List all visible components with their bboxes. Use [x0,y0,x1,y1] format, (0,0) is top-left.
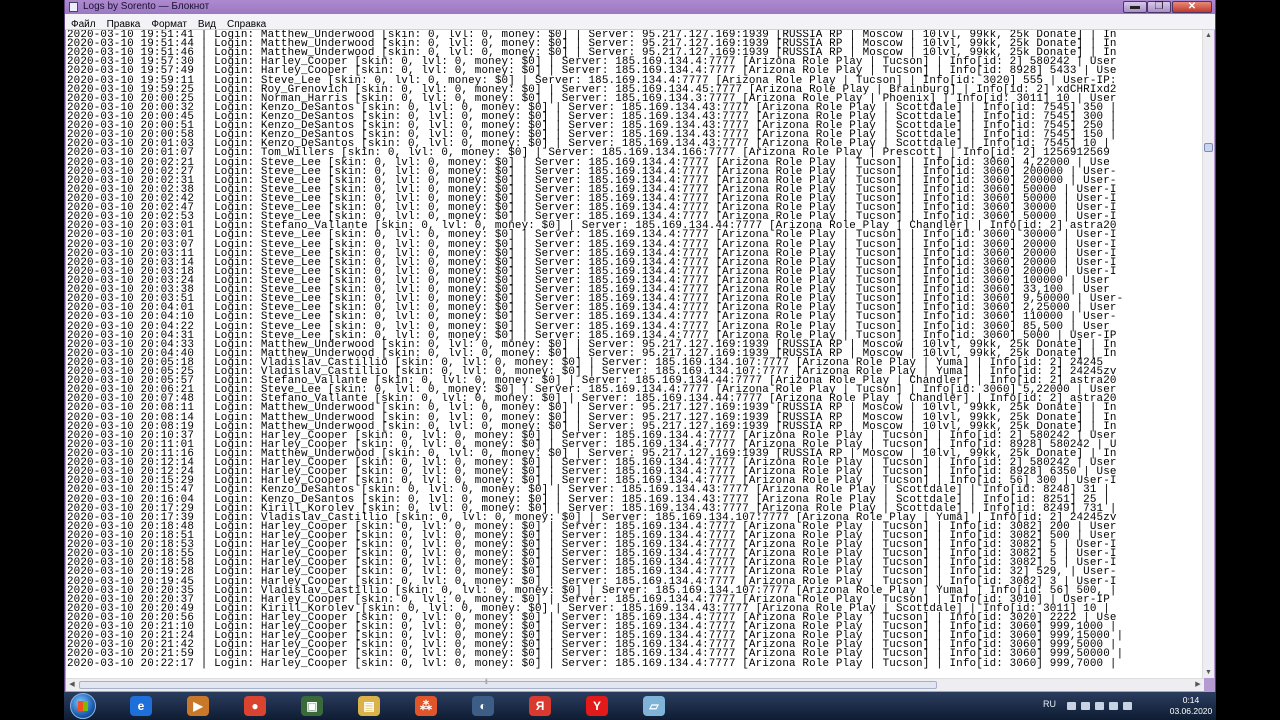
scroll-right-arrow-icon[interactable]: ▶ [1192,679,1204,691]
chrome-icon: ● [244,696,266,716]
window-title: Logs by Sorento — Блокнот [83,1,210,12]
taskbar-button[interactable]: ▱ [632,694,676,718]
yandex-browser-icon: Я [529,696,551,716]
notepad-window: Logs by Sorento — Блокнот ▬ ❐ ✕ Файл Прав… [64,0,1216,692]
media-player-icon: ▶ [187,696,209,716]
menu-edit[interactable]: Правка [101,17,146,30]
notepad-app-icon [69,2,78,12]
taskbar-button[interactable]: e [119,694,163,718]
terminal-icon: ▣ [301,696,323,716]
menu-bar: Файл Правка Формат Вид Справка [65,14,1215,30]
horizontal-scrollbar[interactable]: ◀ ⦙⦙⦙ ▶ [66,678,1204,691]
scroll-down-arrow-icon[interactable]: ▼ [1203,667,1214,678]
close-button[interactable]: ✕ [1172,1,1212,13]
taskbar-button[interactable]: Я [518,694,562,718]
tray-network-icon[interactable] [1081,702,1090,710]
log-text: 2020-03-10 19:51:41 | Login: Matthew_Und… [66,30,1204,669]
tray-volume-icon[interactable] [1095,702,1104,710]
menu-help[interactable]: Справка [221,17,271,30]
windows-logo-icon [78,701,88,711]
tray-battery-icon[interactable] [1123,702,1132,710]
system-clock[interactable]: 0:14 03.06.2020 [1166,695,1216,717]
taskbar-button[interactable]: ◐ [461,694,505,718]
text-editor-area[interactable]: 2020-03-10 19:51:41 | Login: Matthew_Und… [66,30,1204,678]
menu-file[interactable]: Файл [65,17,101,30]
language-indicator[interactable]: RU [1043,699,1056,709]
scroll-left-arrow-icon[interactable]: ◀ [66,679,78,691]
browser-ie-icon: e [130,696,152,716]
vertical-scrollbar[interactable]: ▲ ▼ [1202,30,1214,678]
yandex-icon: Y [586,696,608,716]
tray-flag-icon[interactable] [1067,702,1076,710]
title-bar[interactable]: Logs by Sorento — Блокнот ▬ ❐ ✕ [65,0,1215,14]
taskbar: e ▶ ● ▣ ▤ ⁂ ◐ Я Y ▱ RU 0:14 03.06.2020 [64,692,1216,720]
notepad-icon: ▱ [643,696,665,716]
taskbar-button[interactable]: ● [233,694,277,718]
maximize-button[interactable]: ❐ [1147,1,1171,13]
menu-view[interactable]: Вид [192,17,221,30]
folder-icon: ▤ [358,696,380,716]
taskbar-button[interactable]: ▤ [347,694,391,718]
taskbar-button[interactable]: ▣ [290,694,334,718]
share-icon: ⁂ [415,696,437,716]
clock-date: 03.06.2020 [1169,706,1213,716]
steam-icon: ◐ [472,696,494,716]
log-line: 2020-03-10 20:22:17 | Login: Harley_Coop… [67,657,1117,670]
menu-format[interactable]: Формат [145,17,192,30]
horizontal-scroll-thumb[interactable]: ⦙⦙⦙ [79,679,937,689]
start-button[interactable] [70,693,96,719]
vertical-scroll-thumb[interactable] [1204,143,1213,152]
minimize-button[interactable]: ▬ [1123,1,1147,13]
scroll-up-arrow-icon[interactable]: ▲ [1203,30,1214,41]
taskbar-button[interactable]: ▶ [176,694,220,718]
grip-icon: ⦙⦙⦙ [485,679,488,686]
taskbar-button[interactable]: Y [575,694,619,718]
tray-app-icon[interactable] [1109,702,1118,710]
clock-time: 0:14 [1182,695,1200,705]
taskbar-button[interactable]: ⁂ [404,694,448,718]
